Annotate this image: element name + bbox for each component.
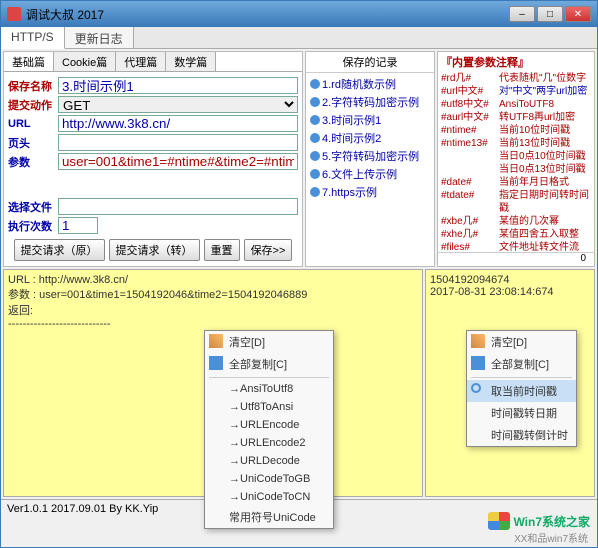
resp-url: URL : http://www.3k8.cn/	[8, 274, 418, 286]
globe-icon	[310, 97, 320, 107]
resp-params: 参数 : user=001&time1=1504192046&time2=150…	[8, 286, 418, 302]
input-savename[interactable]	[58, 77, 298, 94]
ctx-ts-to-date[interactable]: 时间戳转日期	[467, 402, 576, 424]
ctx-unicode-sym[interactable]: 常用符号UniCode	[205, 506, 333, 528]
ctx-utf8ansi[interactable]: →Utf8ToAnsi	[205, 398, 333, 416]
notes-scroll[interactable]: 0	[438, 252, 594, 266]
saved-records-panel: 保存的记录 1.rd随机数示例 2.字符转码加密示例 3.时间示例1 4.时间示…	[305, 51, 435, 267]
content-area: 基础篇 Cookie篇 代理篇 数学篇 保存名称 提交动作 GET UR	[1, 49, 597, 547]
input-url[interactable]	[58, 115, 298, 132]
notes-body: #rd几#代表随机"几"位数字 #url中文#对"中文"两字url加密 #utf…	[438, 72, 594, 252]
label-savename: 保存名称	[8, 78, 58, 94]
app-icon	[7, 7, 21, 21]
save-button[interactable]: 保存>>	[244, 239, 293, 261]
ctx-separator	[471, 377, 572, 378]
main-tabs: HTTP/S 更新日志	[1, 27, 597, 49]
input-header[interactable]	[58, 134, 298, 151]
select-method[interactable]: GET	[58, 96, 298, 113]
submit-orig-button[interactable]: 提交请求（原）	[14, 239, 105, 261]
label-action: 提交动作	[8, 97, 58, 113]
watermark: XX和品win7系统	[514, 530, 588, 545]
ctx-urlencode[interactable]: →URLEncode	[205, 416, 333, 434]
response-right-pane[interactable]: 1504192094674 2017-08-31 23:08:14:674 清空…	[425, 269, 595, 497]
label-header: 页头	[8, 135, 58, 151]
clock-icon	[471, 383, 481, 393]
saved-item[interactable]: 4.时间示例2	[308, 129, 432, 147]
ctx-copyall-r[interactable]: 全部复制[C]	[467, 353, 576, 375]
globe-icon	[310, 79, 320, 89]
reset-button[interactable]: 重置	[204, 239, 240, 261]
input-selectfile[interactable]	[58, 198, 298, 215]
saved-item[interactable]: 3.时间示例1	[308, 111, 432, 129]
subtab-cookie[interactable]: Cookie篇	[54, 52, 116, 71]
saved-item[interactable]: 2.字符转码加密示例	[308, 93, 432, 111]
logo-text: Win7系统之家	[513, 513, 590, 530]
timestamp-date: 2017-08-31 23:08:14:674	[430, 286, 590, 298]
sub-tabs: 基础篇 Cookie篇 代理篇 数学篇	[4, 52, 302, 72]
subtab-math[interactable]: 数学篇	[166, 52, 216, 71]
version-text: Ver1.0.1 2017.09.01 By KK.Yip	[7, 503, 158, 515]
input-params[interactable]	[58, 153, 298, 170]
saved-list: 1.rd随机数示例 2.字符转码加密示例 3.时间示例1 4.时间示例2 5.字…	[306, 73, 434, 266]
ctx-clear[interactable]: 清空[D]	[205, 331, 333, 353]
close-button[interactable]: ✕	[565, 6, 591, 22]
notes-panel: 『内置参数注释』 #rd几#代表随机"几"位数字 #url中文#对"中文"两字u…	[437, 51, 595, 267]
ctx-urldecode[interactable]: →URLDecode	[205, 452, 333, 470]
ctx-copyall[interactable]: 全部复制[C]	[205, 353, 333, 375]
resp-divider: ----------------------------	[8, 318, 418, 330]
globe-icon	[310, 187, 320, 197]
brush-icon	[471, 334, 485, 348]
maximize-button[interactable]: □	[537, 6, 563, 22]
globe-icon	[310, 151, 320, 161]
globe-icon	[310, 133, 320, 143]
ctx-get-timestamp[interactable]: 取当前时间戳	[467, 380, 576, 402]
app-window: 调试大叔 2017 – □ ✕ HTTP/S 更新日志 基础篇 Cookie篇 …	[0, 0, 598, 548]
titlebar[interactable]: 调试大叔 2017 – □ ✕	[1, 1, 597, 27]
saved-item[interactable]: 7.https示例	[308, 183, 432, 201]
resp-return: 返回:	[8, 302, 418, 318]
ctx-ts-countdown[interactable]: 时间戳转倒计时	[467, 424, 576, 446]
timestamp-value: 1504192094674	[430, 274, 590, 286]
tab-updatelog[interactable]: 更新日志	[65, 27, 134, 48]
label-url: URL	[8, 118, 58, 130]
submit-trans-button[interactable]: 提交请求（转）	[109, 239, 200, 261]
copy-icon	[471, 356, 485, 370]
minimize-button[interactable]: –	[509, 6, 535, 22]
saved-item[interactable]: 1.rd随机数示例	[308, 75, 432, 93]
ctx-separator	[209, 377, 329, 378]
ctx-unicodecn[interactable]: →UniCodeToCN	[205, 488, 333, 506]
ctx-unicodegb[interactable]: →UniCodeToGB	[205, 470, 333, 488]
notes-header: 『内置参数注释』	[438, 52, 594, 72]
brush-icon	[209, 334, 223, 348]
saved-header: 保存的记录	[306, 52, 434, 73]
ctx-ansiutf8[interactable]: →AnsiToUtf8	[205, 380, 333, 398]
context-menu-left: 清空[D] 全部复制[C] →AnsiToUtf8 →Utf8ToAnsi →U…	[204, 330, 334, 529]
label-execcount: 执行次数	[8, 218, 58, 234]
tab-http[interactable]: HTTP/S	[1, 27, 65, 49]
logo-corner: Win7系统之家	[488, 512, 590, 530]
copy-icon	[209, 356, 223, 370]
input-execcount[interactable]	[58, 217, 98, 234]
label-selectfile: 选择文件	[8, 199, 58, 215]
ctx-clear-r[interactable]: 清空[D]	[467, 331, 576, 353]
ctx-urlencode2[interactable]: →URLEncode2	[205, 434, 333, 452]
saved-item[interactable]: 6.文件上传示例	[308, 165, 432, 183]
context-menu-right: 清空[D] 全部复制[C] 取当前时间戳 时间戳转日期 时间戳转倒计时	[466, 330, 577, 447]
subtab-basic[interactable]: 基础篇	[4, 52, 54, 71]
window-title: 调试大叔 2017	[26, 6, 509, 23]
subtab-proxy[interactable]: 代理篇	[116, 52, 166, 71]
response-left-pane[interactable]: URL : http://www.3k8.cn/ 参数 : user=001&t…	[3, 269, 423, 497]
label-params: 参数	[8, 154, 58, 170]
form-panel: 基础篇 Cookie篇 代理篇 数学篇 保存名称 提交动作 GET UR	[3, 51, 303, 267]
globe-icon	[310, 115, 320, 125]
windows-flag-icon	[488, 512, 510, 530]
globe-icon	[310, 169, 320, 179]
saved-item[interactable]: 5.字符转码加密示例	[308, 147, 432, 165]
